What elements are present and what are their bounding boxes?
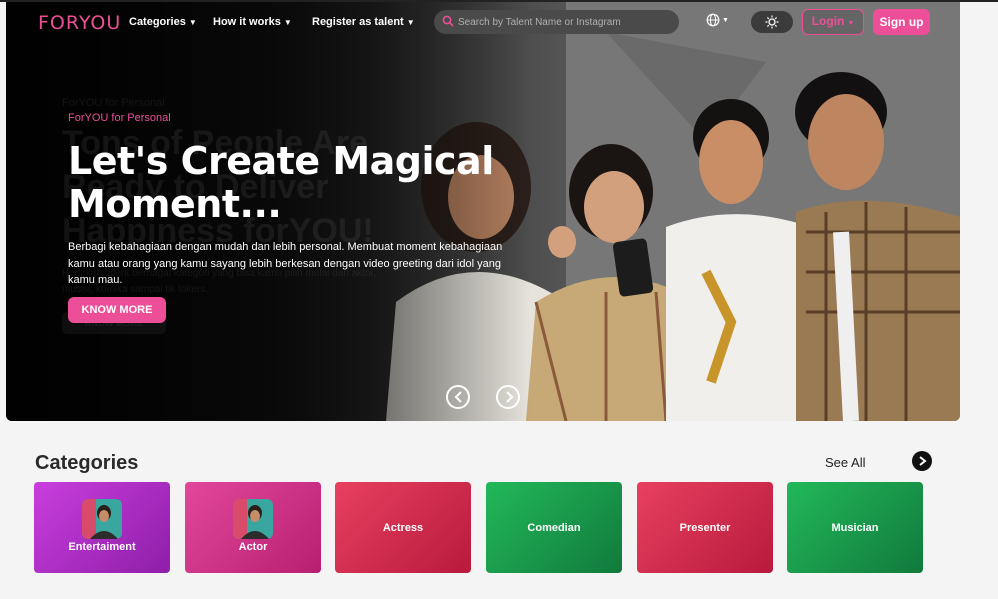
ghost-kicker: ForYOU for Personal [62,97,165,109]
category-card-musician[interactable]: Musician [787,482,923,573]
carousel-next-button[interactable] [496,385,520,409]
category-label: Actress [382,522,424,534]
category-thumbnail [82,499,122,539]
search-bar [434,10,679,34]
nav-categories[interactable]: Categories ▼ [129,16,197,28]
hero-banner: ForYOU for Personal Tons of People Are R… [6,2,960,421]
chevron-down-icon: ▼ [188,18,197,27]
login-label: Login [811,14,845,28]
hero-headline-line-1: Let's Create Magical [68,139,494,183]
category-card-comedian[interactable]: Comedian [486,482,622,573]
chevron-down-icon: ▼ [283,18,292,27]
hero-headline: Let's Create Magical Moment... [68,140,508,226]
nav-categories-label: Categories [129,16,186,28]
hero-description: Berbagi kebahagiaan dengan mudah dan leb… [68,241,503,286]
login-button[interactable]: Login ▼ [802,9,864,35]
top-navbar: FORYOU Categories ▼ How it works ▼ Registe… [0,0,960,44]
category-label: Presenter [679,522,731,534]
nav-how-it-works-label: How it works [213,16,281,28]
hero-headline-line-2: Moment... [68,182,282,226]
theme-toggle[interactable] [751,11,793,33]
chevron-down-icon: ▼ [847,20,855,27]
chevron-right-icon [919,456,927,466]
language-selector[interactable]: ▼ [706,13,729,27]
category-label: Actor [238,541,268,553]
category-label: Musician [831,522,879,534]
sun-icon [765,15,779,29]
nav-how-it-works[interactable]: How it works ▼ [213,16,292,28]
hero-kicker: ForYOU for Personal [68,112,171,124]
chevron-left-icon [454,391,462,403]
signup-button[interactable]: Sign up [873,9,930,35]
category-thumbnail [233,499,273,539]
category-label: Entertaiment [68,541,136,553]
category-card-actor[interactable]: Actor [185,482,321,573]
see-all-arrow-button[interactable] [912,451,932,471]
category-card-entertaiment[interactable]: Entertaiment [34,482,170,573]
search-input[interactable] [458,13,668,31]
nav-register-talent-label: Register as talent [312,16,404,28]
know-more-button[interactable]: KNOW MORE [68,297,166,323]
nav-register-talent[interactable]: Register as talent ▼ [312,16,415,28]
globe-icon [706,13,720,27]
carousel-prev-button[interactable] [446,385,470,409]
see-all-link[interactable]: See All [825,455,865,470]
chevron-down-icon: ▼ [406,18,415,27]
chevron-right-icon [506,391,514,403]
category-label: Comedian [527,522,581,534]
foryou-logo[interactable]: FORYOU [38,12,121,34]
chevron-down-icon: ▼ [722,16,729,24]
search-icon [442,15,454,27]
category-card-presenter[interactable]: Presenter [637,482,773,573]
categories-heading: Categories [35,452,139,474]
category-card-actress[interactable]: Actress [335,482,471,573]
